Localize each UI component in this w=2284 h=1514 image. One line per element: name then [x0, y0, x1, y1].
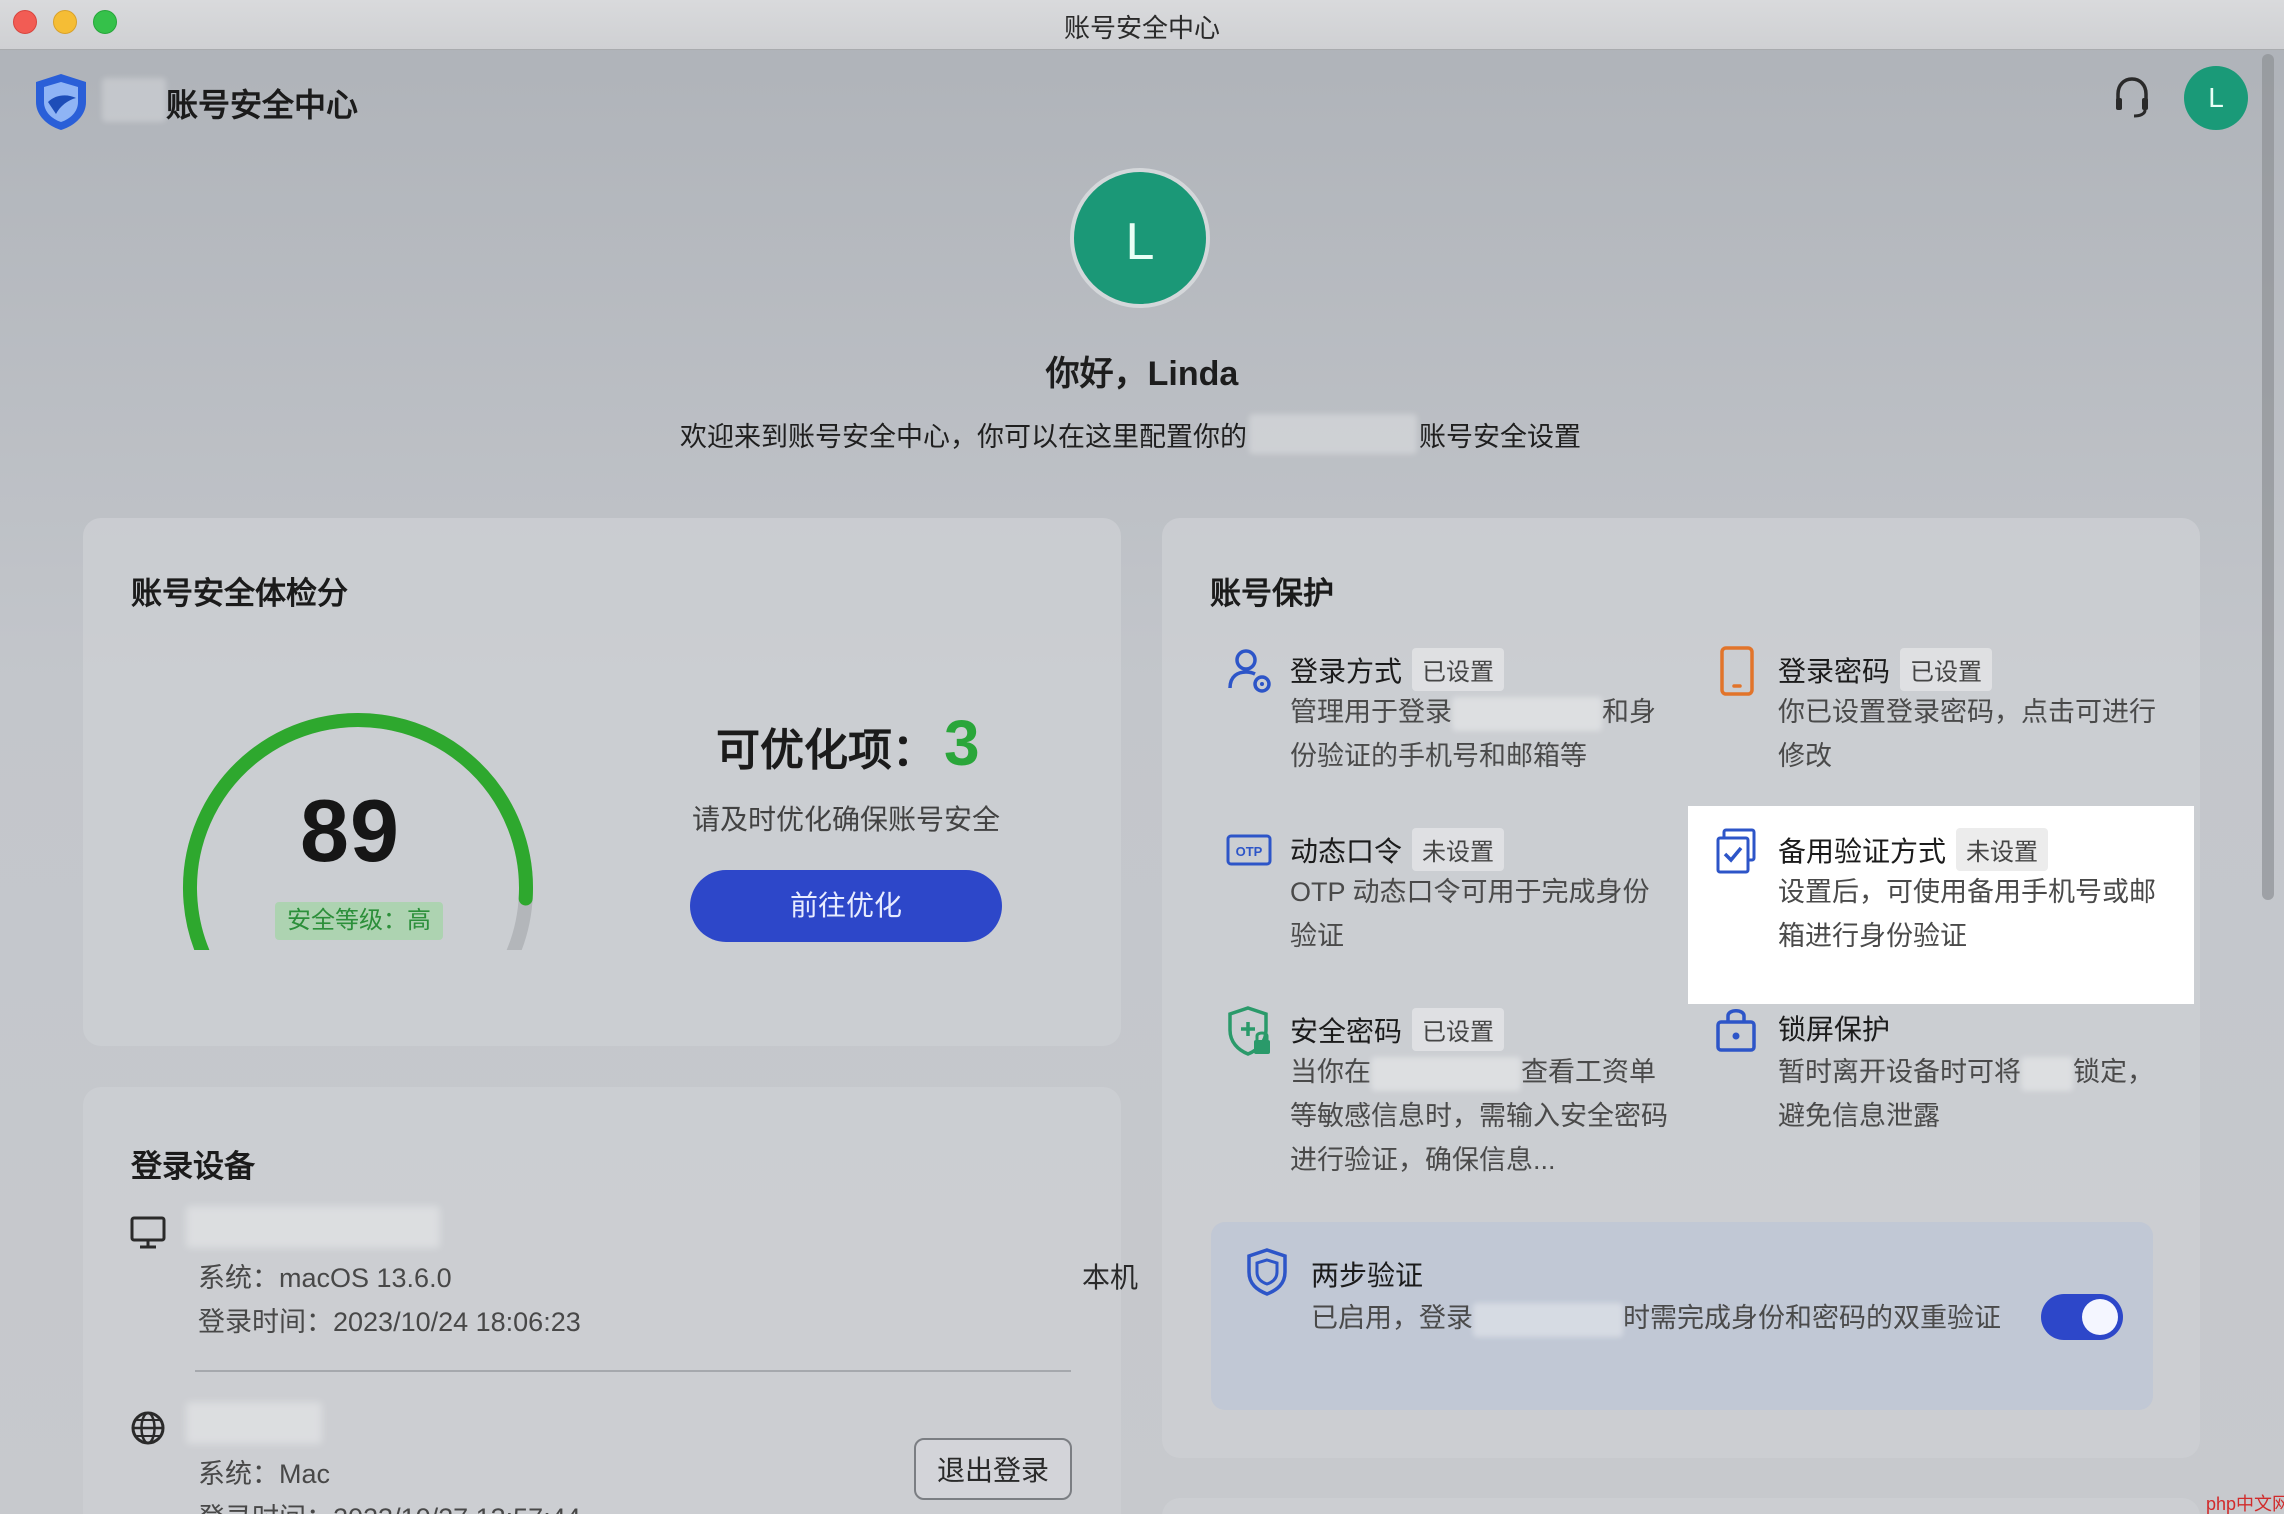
greeting: 你好，Linda [1045, 355, 1239, 393]
redacted-text [1452, 696, 1602, 731]
go-optimize-button[interactable]: 前往优化 [690, 870, 1002, 942]
status-badge: 未设置 [1412, 828, 1505, 871]
status-badge: 已设置 [1900, 648, 1993, 691]
phone-icon [1720, 646, 1754, 696]
security-level-badge: 安全等级：高 [275, 902, 443, 940]
app-name-redacted [102, 78, 166, 122]
welcome-prefix: 欢迎来到账号安全中心，你可以在这里配置你的 [680, 421, 1247, 452]
redacted-text [1371, 1056, 1521, 1091]
optimize-heading: 可优化项： 3 [716, 706, 980, 780]
redacted-text [1473, 1302, 1623, 1337]
device-system: 系统：macOS 13.6.0 [198, 1263, 452, 1293]
next-card [1162, 1498, 2200, 1514]
status-badge: 已设置 [1412, 648, 1505, 691]
company-name-redacted [1249, 414, 1417, 454]
devices-card-title: 登录设备 [131, 1149, 255, 1184]
redacted-text [2021, 1056, 2073, 1091]
welcome-suffix: 账号安全设置 [1419, 421, 1581, 452]
optimize-count: 3 [944, 707, 980, 779]
device-system: 系统：Mac [198, 1459, 331, 1489]
optimize-label: 可优化项： [716, 726, 936, 775]
globe-icon [131, 1411, 165, 1445]
device-login-time: 登录时间：2023/10/24 18:06:23 [198, 1307, 581, 1337]
item-description: 设置后，可使用备用手机号或邮箱进行身份验证 [1778, 877, 2156, 951]
item-description: OTP 动态口令可用于完成身份验证 [1290, 877, 1650, 951]
item-description: 当你在 查看工资单等敏感信息时，需输入安全密码进行验证，确保信息... [1290, 1050, 1670, 1182]
desc-part: 当你在 [1290, 1057, 1371, 1087]
title-bar: 账号安全中心 [0, 0, 2284, 50]
window-title: 账号安全中心 [1063, 13, 1220, 43]
svg-text:OTP: OTP [1236, 844, 1263, 859]
watermark: php中文网 [2206, 1494, 2284, 1514]
divider [195, 1370, 1071, 1372]
item-description: 暂时离开设备时可将 锁定，避免信息泄露 [1778, 1050, 2158, 1138]
device-name-redacted [186, 1402, 322, 1444]
two-step-toggle[interactable] [2041, 1294, 2123, 1340]
app-window: 账号安全中心 账号安全中心 L L 你好，Linda 欢迎来到账号安全中心，你可… [0, 0, 2284, 1514]
status-badge: 未设置 [1956, 828, 2049, 871]
welcome-message: 欢迎来到账号安全中心，你可以在这里配置你的 账号安全设置 [680, 414, 1581, 454]
score-value: 89 [300, 781, 400, 880]
scrollbar[interactable] [2262, 54, 2274, 900]
monitor-icon [130, 1216, 166, 1249]
device-login-time: 登录时间：2023/10/27 13:57:44 [198, 1496, 581, 1514]
shield-logo-icon [36, 74, 86, 130]
shield-check-icon [1247, 1248, 1287, 1296]
device-name-redacted [186, 1206, 440, 1248]
optimize-subtitle: 请及时优化确保账号安全 [692, 804, 1001, 835]
item-title: 登录密码 [1778, 655, 1891, 687]
toggle-knob [2082, 1299, 2118, 1335]
profile-avatar: L [1070, 168, 1210, 308]
logout-device-button[interactable]: 退出登录 [914, 1438, 1072, 1500]
two-step-title: 两步验证 [1311, 1260, 1424, 1291]
backup-check-icon [1716, 828, 1756, 874]
item-description: 你已设置登录密码，点击可进行修改 [1778, 697, 2156, 771]
user-gear-icon [1228, 649, 1271, 693]
desc-part: 管理用于登录 [1290, 697, 1452, 727]
score-card-title: 账号安全体检分 [131, 576, 348, 611]
item-title: 登录方式 [1290, 655, 1403, 687]
item-title: 安全密码 [1290, 1015, 1403, 1047]
two-step-verification-panel: 两步验证 已启用，登录 时需完成身份和密码的双重验证 [1211, 1222, 2153, 1410]
current-device-tag: 本机 [1081, 1262, 1138, 1293]
desc-part: 已启用，登录 [1311, 1303, 1473, 1333]
headset-support-icon[interactable] [2112, 74, 2152, 120]
item-title: 锁屏保护 [1778, 1014, 1891, 1045]
two-step-description: 已启用，登录 时需完成身份和密码的双重验证 [1311, 1296, 2011, 1340]
desc-part: 暂时离开设备时可将 [1778, 1057, 2021, 1087]
desc-part: 时需完成身份和密码的双重验证 [1623, 1303, 2001, 1333]
item-title: 备用验证方式 [1778, 835, 1947, 867]
user-avatar[interactable]: L [2184, 66, 2248, 130]
protection-card-title: 账号保护 [1210, 576, 1334, 611]
shield-lock-icon [1228, 1006, 1270, 1056]
lock-screen-icon [1716, 1009, 1756, 1052]
otp-icon: OTP [1226, 834, 1272, 866]
item-title: 动态口令 [1290, 835, 1403, 867]
item-description: 管理用于登录 和身份验证的手机号和邮箱等 [1290, 690, 1670, 778]
app-name: 账号安全中心 [166, 87, 359, 123]
status-badge: 已设置 [1412, 1008, 1505, 1051]
